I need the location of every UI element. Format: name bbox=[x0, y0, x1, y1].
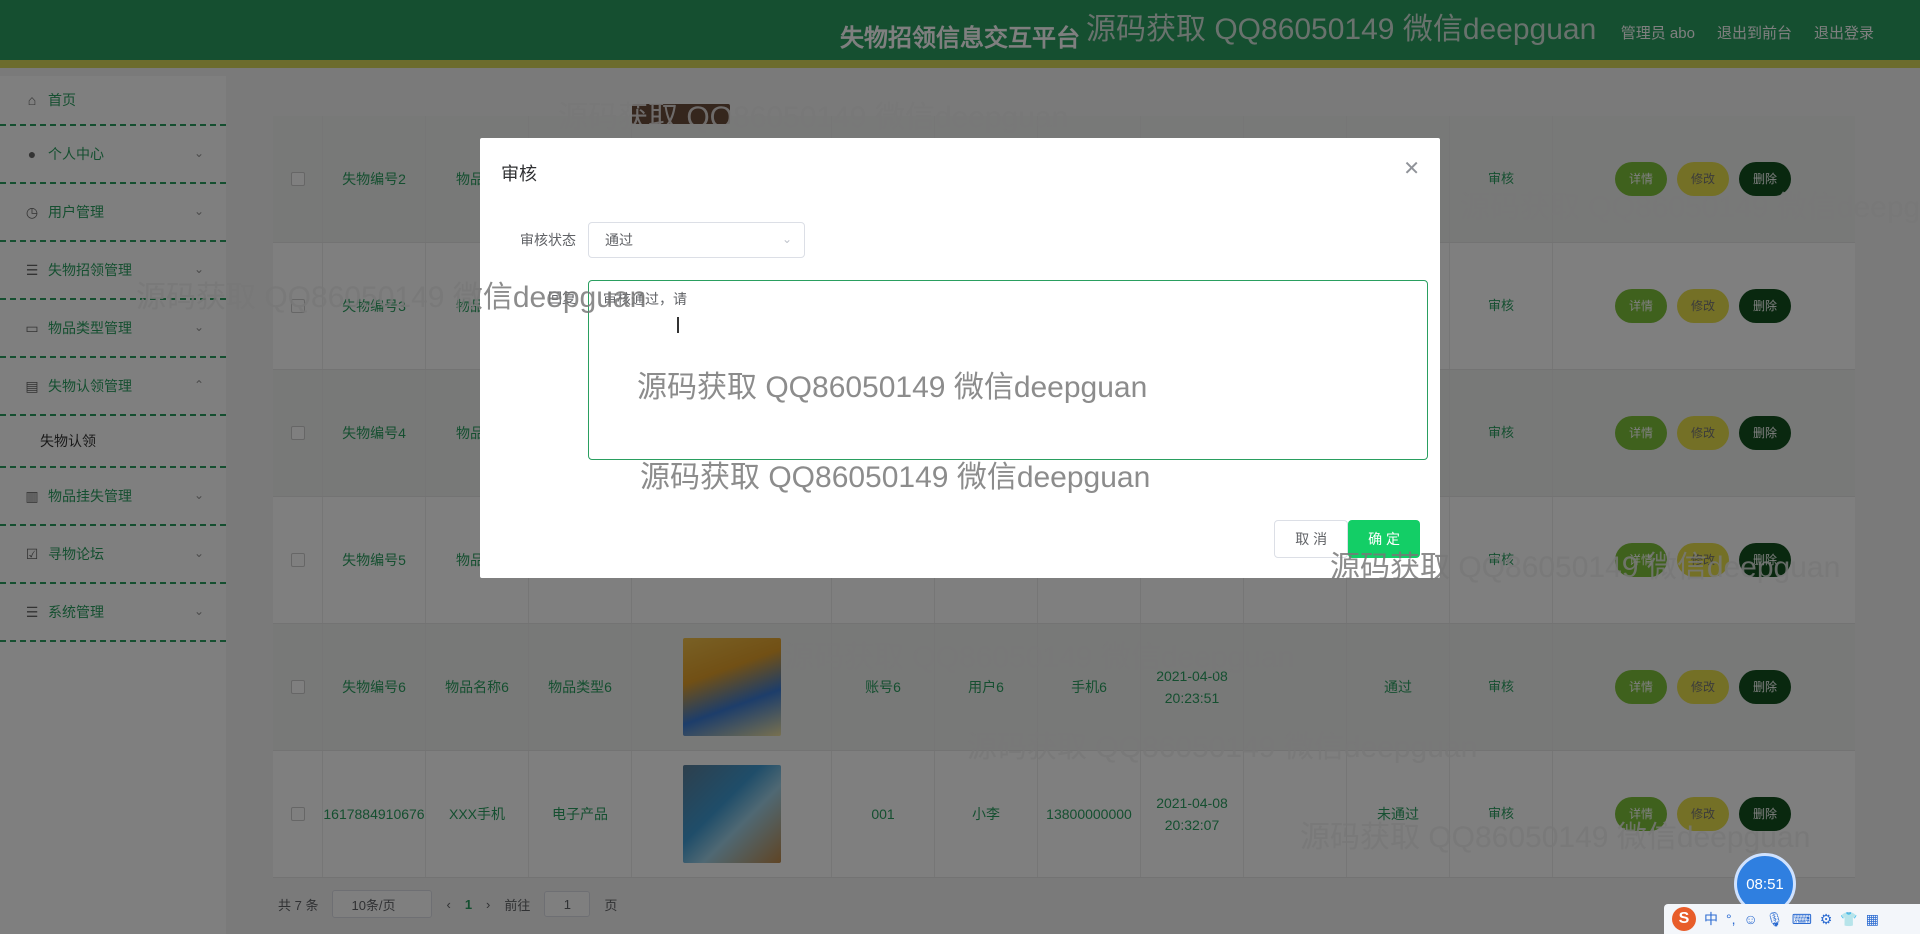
sogou-logo-icon[interactable]: S bbox=[1672, 907, 1696, 931]
watermark: 源码获取 QQ86050149 微信deepguan bbox=[1086, 13, 1597, 46]
watermark: 源码获取 QQ86050149 微信deepguan bbox=[136, 281, 647, 314]
grid-icon[interactable]: ▦ bbox=[1866, 911, 1879, 928]
emoji-icon[interactable]: ☺ bbox=[1744, 911, 1758, 927]
ime-toolbar: S 中 °, ☺ 🎙 ⌨ ⚙ 👕 ▦ bbox=[1664, 904, 1920, 934]
watermark: 源码获取 QQ86050149 微信deepguan bbox=[1460, 191, 1920, 224]
ime-language[interactable]: 中 bbox=[1704, 909, 1718, 929]
watermark: 源码获取 QQ86050149 微信deepguan bbox=[1300, 821, 1811, 854]
close-icon[interactable]: ✕ bbox=[1403, 156, 1420, 181]
dialog-title: 审核 bbox=[501, 164, 537, 184]
watermark: 源码获取 QQ86050149 微信deepguan bbox=[558, 101, 1069, 134]
audit-dialog: 审核 ✕ 审核状态 通过 ⌄ 回复 审核通过，请 取 消 确 定 bbox=[480, 138, 1440, 578]
tools-icon[interactable]: ⚙ bbox=[1820, 911, 1833, 928]
status-value: 通过 bbox=[605, 232, 633, 248]
status-select[interactable]: 通过 ⌄ bbox=[588, 222, 805, 258]
watermark: 源码获取 QQ86050149 微信deepguan bbox=[967, 731, 1478, 764]
watermark: 源码获取 QQ86050149 微信deepguan bbox=[640, 461, 1151, 494]
skin-icon[interactable]: 👕 bbox=[1840, 911, 1857, 928]
watermark: 源码获取 QQ86050149 微信deepguan bbox=[784, 641, 1295, 674]
microphone-icon[interactable]: 🎙 bbox=[1766, 911, 1784, 928]
status-label: 审核状态 bbox=[520, 232, 576, 248]
keyboard-icon[interactable]: ⌨ bbox=[1792, 911, 1812, 928]
status-row: 审核状态 通过 ⌄ bbox=[500, 222, 805, 258]
text-cursor bbox=[677, 317, 679, 333]
chevron-down-icon: ⌄ bbox=[781, 232, 792, 246]
watermark: 源码获取 QQ86050149 微信deepguan bbox=[1330, 551, 1841, 584]
watermark: 源码获取 QQ86050149 微信deepguan bbox=[637, 371, 1148, 404]
ime-punct[interactable]: °, bbox=[1726, 911, 1736, 927]
